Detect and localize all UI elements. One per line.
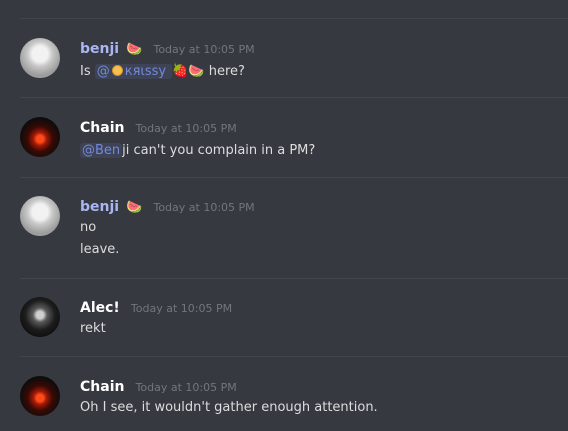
username[interactable]: Alec! [80, 300, 120, 316]
divider [20, 356, 568, 357]
timestamp: Today at 10:05 PM [135, 122, 237, 135]
watermelon-emoji-icon: 🍉 [126, 42, 143, 57]
timestamp: Today at 10:05 PM [130, 302, 233, 315]
timestamp: Today at 10:05 PM [135, 381, 237, 394]
watermelon-emoji-icon: 🍉 [126, 200, 143, 215]
divider [20, 278, 568, 279]
message-text: no [80, 220, 97, 235]
user-mention[interactable]: @ кяιѕѕу [94, 64, 173, 79]
message-text: Is [80, 64, 91, 79]
divider [20, 18, 568, 19]
avatar[interactable] [20, 297, 60, 337]
avatar[interactable] [20, 196, 60, 236]
strawberry-emoji-icon: 🍓🍉 [172, 64, 205, 79]
avatar[interactable] [20, 38, 60, 78]
timestamp: Today at 10:05 PM [153, 201, 255, 214]
timestamp: Today at 10:05 PM [153, 43, 255, 56]
message-text: here? [208, 64, 245, 79]
username[interactable]: benji [80, 199, 119, 215]
message-text: rekt [80, 321, 106, 336]
message-text: leave. [80, 242, 120, 257]
username[interactable]: Chain [80, 379, 124, 395]
avatar[interactable] [20, 117, 60, 157]
user-mention[interactable]: @Ben [80, 143, 123, 158]
divider [20, 97, 568, 98]
cookie-emoji-icon [111, 65, 123, 76]
message-text: ji can't you complain in a PM? [122, 143, 316, 158]
avatar[interactable] [20, 376, 60, 416]
message-text: Oh I see, it wouldn't gather enough atte… [80, 400, 378, 415]
divider [20, 177, 568, 178]
username[interactable]: benji [80, 41, 119, 57]
username[interactable]: Chain [80, 120, 124, 136]
